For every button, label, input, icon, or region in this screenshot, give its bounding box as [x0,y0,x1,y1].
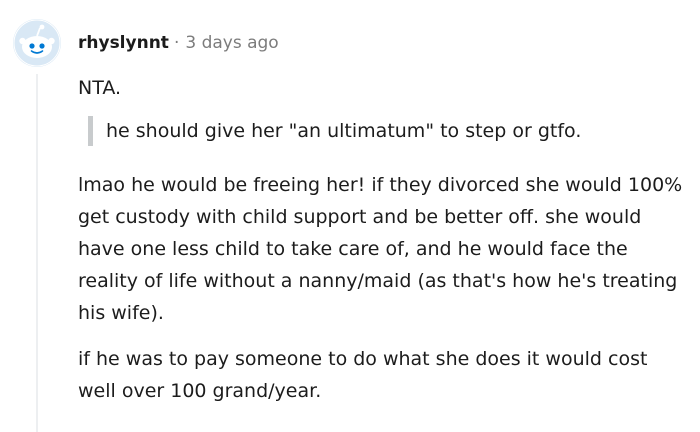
comment-paragraph-main: lmao he would be freeing her! if they di… [78,174,683,324]
meta-separator: · [173,33,180,53]
comment-paragraph-closing: if he was to pay someone to do what she … [78,348,648,402]
timestamp[interactable]: 3 days ago [185,33,278,53]
comment-meta: rhyslynnt · 3 days ago [78,30,279,56]
comment-paragraph-verdict: NTA. [78,77,122,99]
comment-body: NTA. he should give her "an ultimatum" t… [78,72,688,407]
quoted-text: he should give her "an ultimatum" to ste… [88,116,688,146]
comment: rhyslynnt · 3 days ago NTA. he should give… [0,0,700,432]
username-link[interactable]: rhyslynnt [78,33,169,53]
snoo-avatar-icon[interactable] [12,18,62,68]
thread-line[interactable] [36,74,38,432]
